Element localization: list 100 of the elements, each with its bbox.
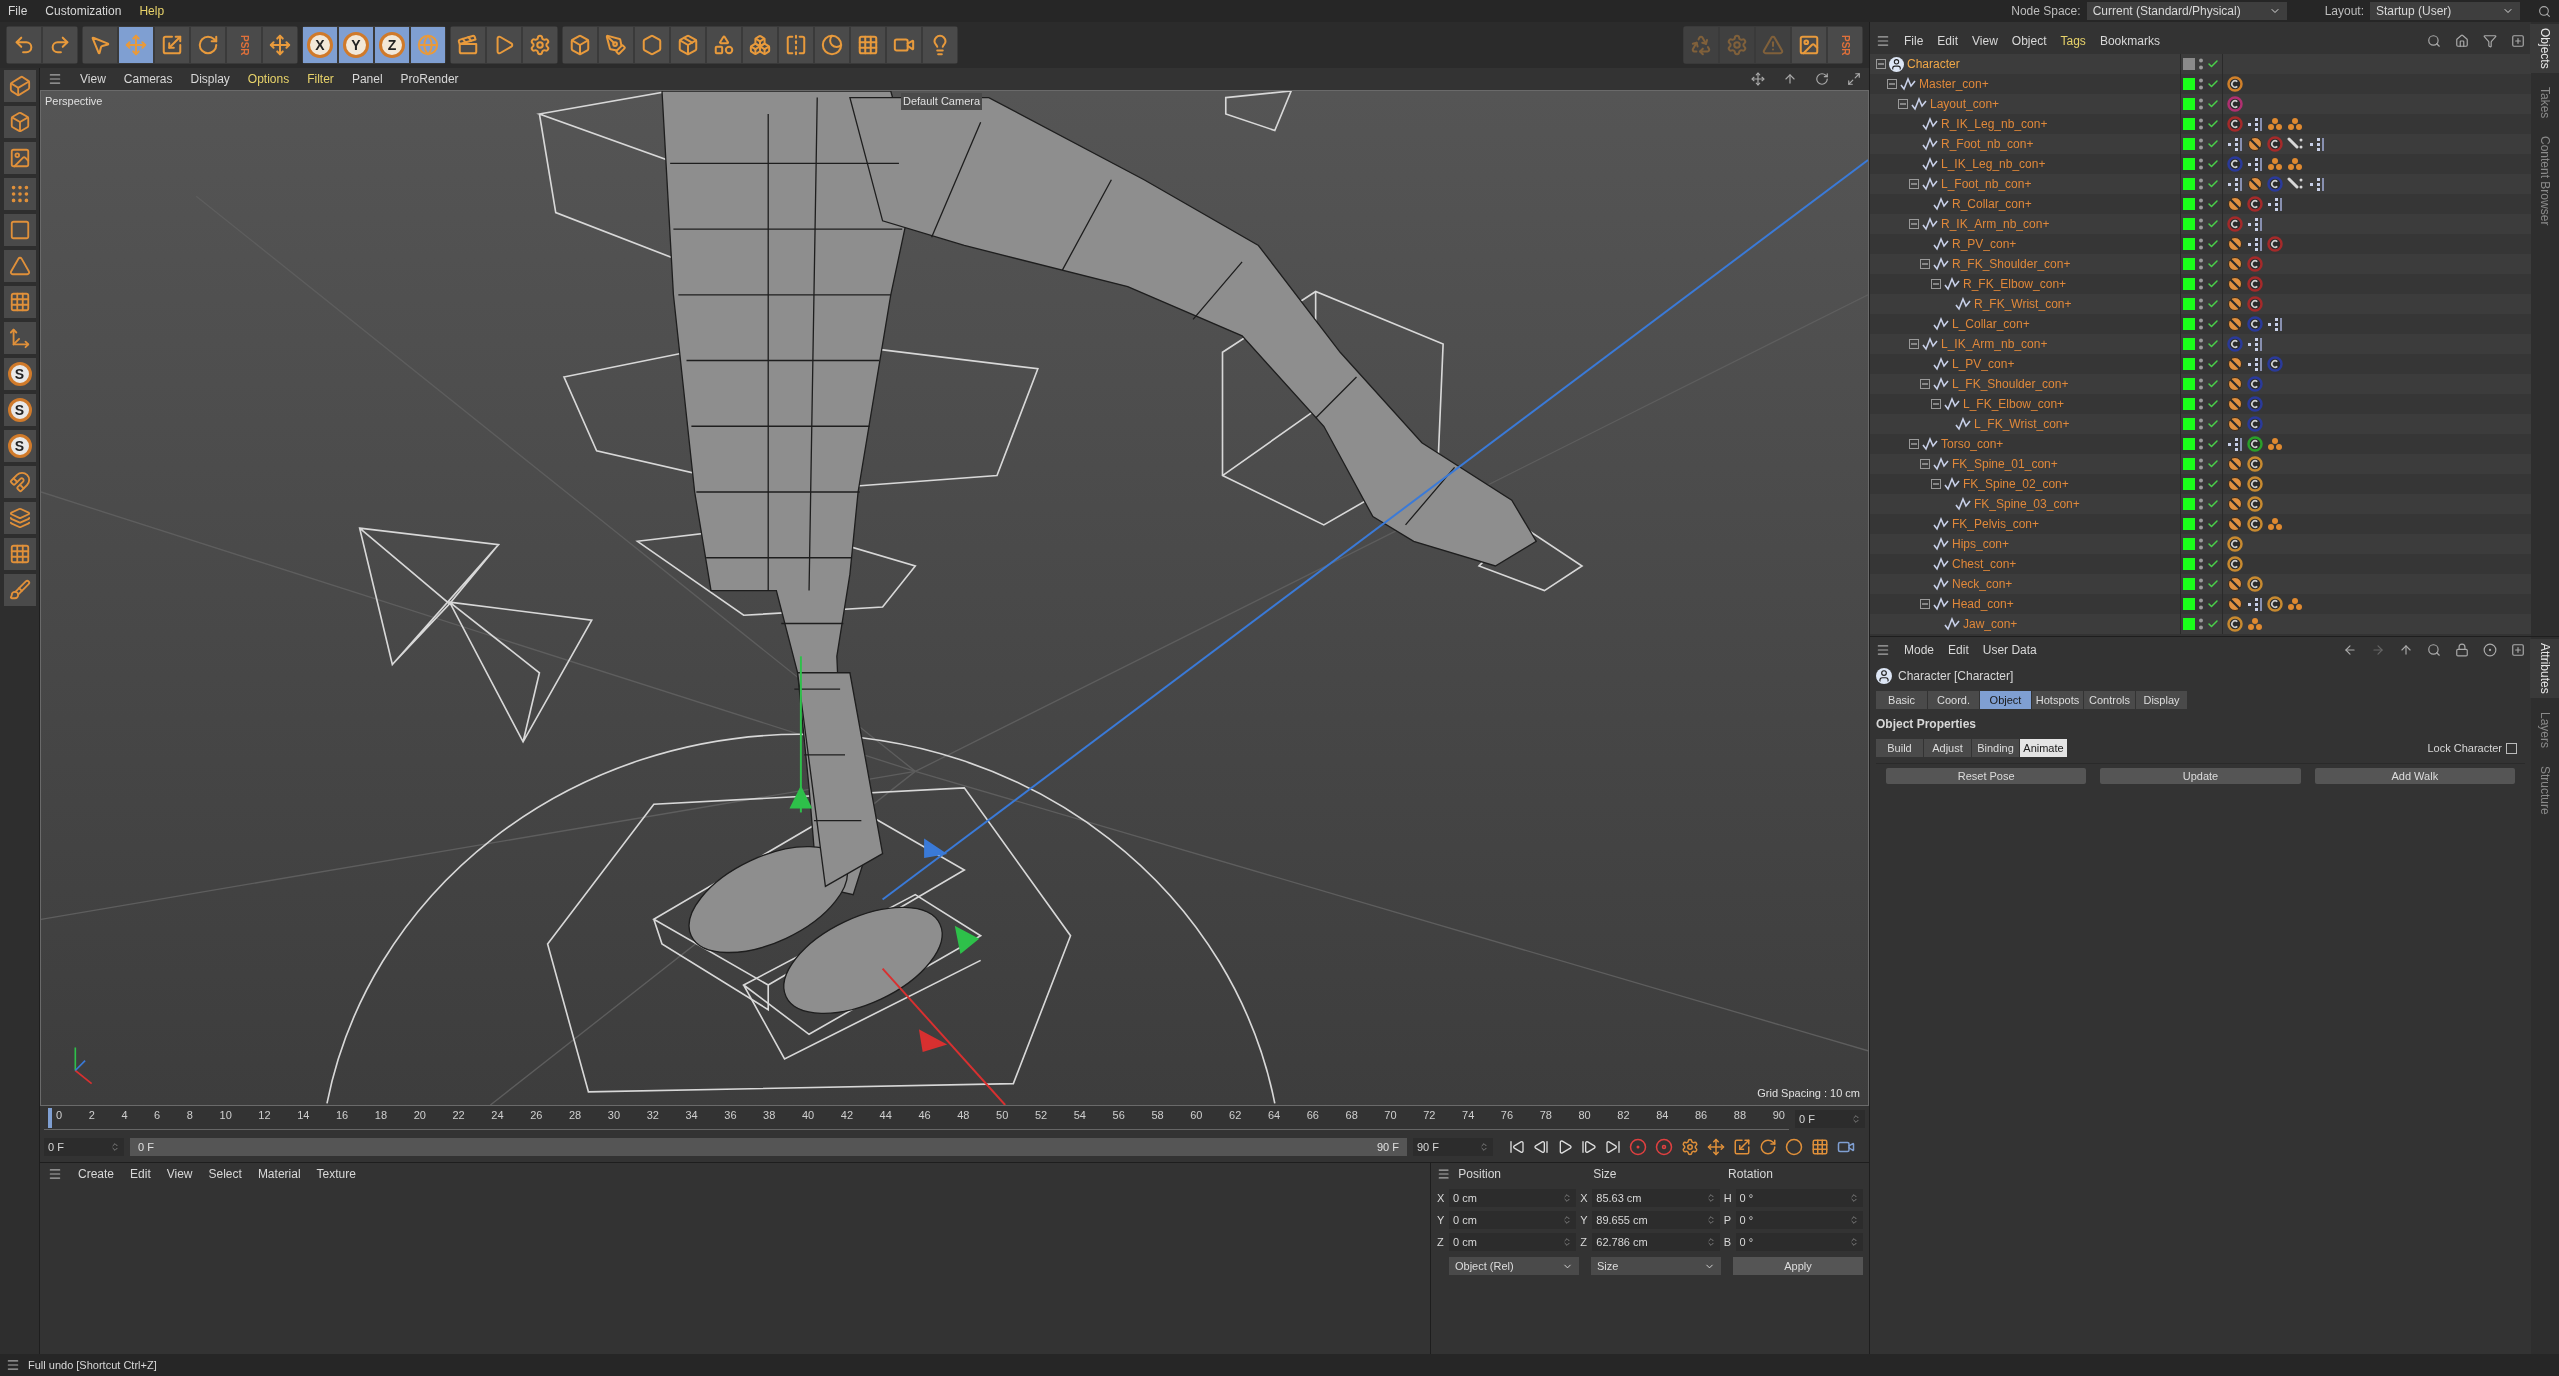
visibility-dots-icon[interactable] — [2198, 257, 2204, 271]
axis-move-button[interactable] — [263, 27, 297, 63]
object-name[interactable]: L_IK_Arm_nb_con+ — [1941, 335, 2048, 353]
size-field[interactable]: 62.786 cm — [1592, 1233, 1720, 1251]
prohibited-tag-icon[interactable] — [2227, 396, 2243, 412]
new-panel-icon[interactable] — [2511, 34, 2525, 48]
constraint-tag-icon[interactable] — [2247, 196, 2263, 212]
hierarchy-tag-icon[interactable] — [2247, 117, 2263, 131]
hierarchy-tag-icon[interactable] — [2247, 597, 2263, 611]
layer-color-swatch[interactable] — [2183, 358, 2195, 370]
hierarchy-tag-icon[interactable] — [2267, 317, 2283, 331]
size-field[interactable]: 85.63 cm — [1592, 1189, 1720, 1207]
object-name[interactable]: R_FK_Shoulder_con+ — [1952, 255, 2071, 273]
check-icon[interactable] — [2207, 78, 2219, 90]
camera-button[interactable] — [887, 27, 921, 63]
layout-dropdown[interactable]: Startup (User) — [2370, 2, 2520, 20]
hierarchy-tag-icon[interactable] — [2267, 197, 2283, 211]
layer-color-swatch[interactable] — [2183, 118, 2195, 130]
collapse-icon[interactable] — [1920, 599, 1930, 609]
floor-button[interactable] — [851, 27, 885, 63]
step-forward-icon[interactable] — [1581, 1139, 1597, 1155]
hierarchy-tag-icon[interactable] — [2309, 177, 2325, 191]
magnet-mode-button[interactable] — [3, 466, 36, 498]
object-name[interactable]: R_Collar_con+ — [1952, 195, 2032, 213]
constraint-tag-icon[interactable] — [2247, 576, 2263, 592]
check-icon[interactable] — [2207, 438, 2219, 450]
layer-color-swatch[interactable] — [2183, 198, 2195, 210]
check-icon[interactable] — [2207, 618, 2219, 630]
check-icon[interactable] — [2207, 478, 2219, 490]
menu-item[interactable]: Customization — [45, 2, 122, 20]
prohibited-tag-icon[interactable] — [2227, 516, 2243, 532]
check-icon[interactable] — [2207, 518, 2219, 530]
search-icon[interactable] — [2538, 4, 2551, 18]
hierarchy-tag-icon[interactable] — [2247, 237, 2263, 251]
layer-color-swatch[interactable] — [2183, 538, 2195, 550]
visibility-dots-icon[interactable] — [2198, 437, 2204, 451]
prohibited-tag-icon[interactable] — [2247, 136, 2263, 152]
visibility-dots-icon[interactable] — [2198, 477, 2204, 491]
extrude-button[interactable] — [671, 27, 705, 63]
menu-item[interactable]: Filter — [307, 70, 334, 88]
pen-button[interactable] — [599, 27, 633, 63]
target-icon[interactable] — [2483, 643, 2497, 657]
lock-icon[interactable] — [2455, 643, 2469, 657]
home-icon[interactable] — [2455, 34, 2469, 48]
menu-icon[interactable] — [1876, 34, 1890, 48]
collapse-icon[interactable] — [1909, 339, 1919, 349]
layer-swatch[interactable] — [2183, 58, 2195, 70]
object-name[interactable]: FK_Spine_03_con+ — [1974, 495, 2080, 513]
autokey-icon[interactable] — [1655, 1138, 1673, 1156]
action-button[interactable]: Update — [2100, 768, 2301, 784]
viewport-canvas[interactable]: Perspective Default Camera Grid Spacing : 10 cm — [40, 90, 1869, 1106]
render-button[interactable] — [487, 27, 521, 63]
visibility-dots-icon[interactable] — [2198, 197, 2204, 211]
check-icon[interactable] — [2207, 98, 2219, 110]
object-name[interactable]: L_FK_Shoulder_con+ — [1952, 375, 2069, 393]
three-dots-tag-icon[interactable] — [2267, 517, 2283, 531]
check-icon[interactable] — [2207, 558, 2219, 570]
constraint-tag-icon[interactable] — [2227, 76, 2243, 92]
menu-item[interactable]: User Data — [1982, 641, 2037, 659]
constraint-tag-icon[interactable] — [2227, 536, 2243, 552]
constraint-tag-icon[interactable] — [2227, 556, 2243, 572]
render-view-button[interactable] — [451, 27, 485, 63]
visibility-dots-icon[interactable] — [2198, 537, 2204, 551]
floor-mode-button[interactable] — [3, 502, 36, 534]
new-panel-icon[interactable] — [2511, 643, 2525, 657]
check-icon[interactable] — [2207, 58, 2219, 70]
visibility-dots-icon[interactable] — [2198, 417, 2204, 431]
position-field[interactable]: 0 cm — [1448, 1233, 1577, 1251]
visibility-dots-icon[interactable] — [2198, 317, 2204, 331]
go-to-end-icon[interactable] — [1605, 1139, 1621, 1155]
visibility-dots-icon[interactable] — [2198, 117, 2204, 131]
visibility-dots-icon[interactable] — [2198, 237, 2204, 251]
tab[interactable]: Object — [1980, 691, 2032, 709]
rotation-field[interactable]: 0 ° — [1735, 1211, 1863, 1229]
prohibited-tag-icon[interactable] — [2227, 316, 2243, 332]
constraint-tag-icon[interactable] — [2227, 216, 2243, 232]
check-icon[interactable] — [2207, 598, 2219, 610]
axis-lock-button[interactable]: X — [303, 27, 337, 63]
size-mode-dropdown[interactable]: Size — [1591, 1257, 1721, 1275]
visibility-dots-icon[interactable] — [2198, 217, 2204, 231]
search-icon[interactable] — [2427, 643, 2441, 657]
object-name[interactable]: L_FK_Wrist_con+ — [1974, 415, 2070, 433]
visibility-dots-icon[interactable] — [2198, 517, 2204, 531]
collapse-icon[interactable] — [1876, 59, 1886, 69]
check-icon[interactable] — [2207, 318, 2219, 330]
menu-icon[interactable] — [48, 72, 62, 86]
check-icon[interactable] — [2207, 198, 2219, 210]
axis-lock-button[interactable]: Z — [375, 27, 409, 63]
menu-item[interactable]: Tags — [2060, 32, 2086, 50]
editable-mode-button[interactable] — [3, 70, 36, 102]
layer-color-swatch[interactable] — [2183, 98, 2195, 110]
three-dots-tag-icon[interactable] — [2267, 437, 2283, 451]
menu-item[interactable]: Edit — [130, 1165, 151, 1183]
collapse-icon[interactable] — [1920, 379, 1930, 389]
points-mode-button[interactable] — [3, 178, 36, 210]
hierarchy-tag-icon[interactable] — [2247, 157, 2263, 171]
gear-icon[interactable] — [1681, 1138, 1699, 1156]
object-name[interactable]: FK_Pelvis_con+ — [1952, 515, 2040, 533]
visibility-dots-icon[interactable] — [2198, 277, 2204, 291]
check-icon[interactable] — [2207, 238, 2219, 250]
